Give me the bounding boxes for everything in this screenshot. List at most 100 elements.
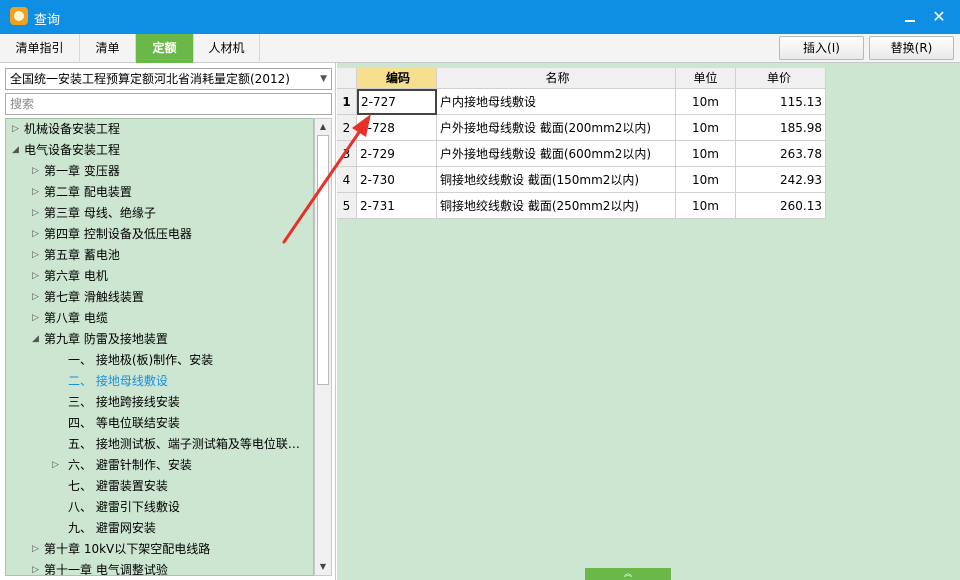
table-cell-num[interactable]: 5 bbox=[337, 193, 357, 219]
table-cell-num[interactable]: 3 bbox=[337, 141, 357, 167]
table-cell-name[interactable]: 户外接地母线敷设 截面(200mm2以内) bbox=[437, 115, 676, 141]
column-header[interactable]: 单价 bbox=[736, 68, 826, 89]
tab-labor-material-machine[interactable]: 人材机 bbox=[194, 34, 260, 63]
window-titlebar: 查询 ✕ bbox=[0, 0, 960, 34]
expand-handle-icon[interactable]: ︽ bbox=[585, 568, 671, 580]
tree-node[interactable]: ▷ 第六章 电机 bbox=[6, 266, 313, 287]
table-cell-unit[interactable]: 10m bbox=[676, 115, 736, 141]
table-cell-num[interactable]: 1 bbox=[337, 89, 357, 115]
tree-node[interactable]: ▷ 第三章 母线、绝缘子 bbox=[6, 203, 313, 224]
tab-quota[interactable]: 定额 bbox=[136, 34, 194, 63]
tree-node-label: 六、 避雷针制作、安装 bbox=[68, 458, 192, 472]
tree-scrollbar[interactable]: ▲ ▼ bbox=[314, 118, 332, 576]
tree-node[interactable]: 七、 避雷装置安装 bbox=[6, 476, 313, 497]
minimize-button[interactable] bbox=[900, 7, 920, 27]
tree-node[interactable]: 三、 接地跨接线安装 bbox=[6, 392, 313, 413]
scroll-thumb[interactable] bbox=[317, 135, 329, 385]
tree-node-label: 第二章 配电装置 bbox=[44, 185, 132, 199]
column-header[interactable]: 名称 bbox=[437, 68, 676, 89]
tree-node-label: 三、 接地跨接线安装 bbox=[68, 395, 180, 409]
column-header[interactable] bbox=[337, 68, 357, 89]
minimize-icon bbox=[905, 20, 915, 22]
tab-bill-guide[interactable]: 清单指引 bbox=[0, 34, 80, 63]
tree-node[interactable]: 八、 避雷引下线敷设 bbox=[6, 497, 313, 518]
tree-node-label: 第六章 电机 bbox=[44, 269, 108, 283]
table-cell-unit[interactable]: 10m bbox=[676, 141, 736, 167]
table-row[interactable]: 3 2-729 户外接地母线敷设 截面(600mm2以内) 10m 263.78 bbox=[337, 141, 826, 167]
table-cell-price[interactable]: 115.13 bbox=[736, 89, 826, 115]
table-cell-price[interactable]: 242.93 bbox=[736, 167, 826, 193]
tree-node[interactable]: ▷ 第一章 变压器 bbox=[6, 161, 313, 182]
tree-node[interactable]: ▷ 第五章 蓄电池 bbox=[6, 245, 313, 266]
table-cell-code[interactable]: 2-731 bbox=[357, 193, 437, 219]
table-row[interactable]: 1 2-727 户内接地母线敷设 10m 115.13 bbox=[337, 89, 826, 115]
search-input[interactable] bbox=[5, 93, 332, 115]
table-cell-code[interactable]: 2-727 bbox=[357, 89, 437, 115]
expand-arrow-icon[interactable]: ▷ bbox=[32, 287, 42, 308]
table-row[interactable]: 2 2-728 户外接地母线敷设 截面(200mm2以内) 10m 185.98 bbox=[337, 115, 826, 141]
column-header[interactable]: 编码 bbox=[357, 68, 437, 89]
tree-node-label: 九、 避雷网安装 bbox=[68, 521, 156, 535]
tree-node[interactable]: ▷ 六、 避雷针制作、安装 bbox=[6, 455, 313, 476]
table-cell-num[interactable]: 4 bbox=[337, 167, 357, 193]
tree-node[interactable]: ▷ 机械设备安装工程 bbox=[6, 119, 313, 140]
table-cell-unit[interactable]: 10m bbox=[676, 193, 736, 219]
table-cell-code[interactable]: 2-729 bbox=[357, 141, 437, 167]
tree-node[interactable]: ▷ 第七章 滑触线装置 bbox=[6, 287, 313, 308]
tree-node-label: 五、 接地测试板、端子测试箱及等电位联… bbox=[68, 437, 300, 451]
expand-arrow-icon[interactable]: ▷ bbox=[32, 539, 42, 560]
scroll-down-icon[interactable]: ▼ bbox=[317, 561, 329, 573]
tab-bill[interactable]: 清单 bbox=[80, 34, 136, 63]
table-cell-price[interactable]: 263.78 bbox=[736, 141, 826, 167]
tree-node[interactable]: ▷ 第四章 控制设备及低压电器 bbox=[6, 224, 313, 245]
table-row[interactable]: 5 2-731 铜接地绞线敷设 截面(250mm2以内) 10m 260.13 bbox=[337, 193, 826, 219]
table-cell-num[interactable]: 2 bbox=[337, 115, 357, 141]
expand-arrow-icon[interactable]: ▷ bbox=[32, 266, 42, 287]
table-row[interactable]: 4 2-730 铜接地绞线敷设 截面(150mm2以内) 10m 242.93 bbox=[337, 167, 826, 193]
quota-library-select-value: 全国统一安装工程预算定额河北省消耗量定额(2012) bbox=[10, 72, 290, 86]
tree-node[interactable]: 一、 接地极(板)制作、安装 bbox=[6, 350, 313, 371]
left-panel: 全国统一安装工程预算定额河北省消耗量定额(2012) ▼ ▷机械设备安装工程◢电… bbox=[0, 63, 336, 580]
table-cell-unit[interactable]: 10m bbox=[676, 89, 736, 115]
tree-node[interactable]: 四、 等电位联结安装 bbox=[6, 413, 313, 434]
table-cell-name[interactable]: 户内接地母线敷设 bbox=[437, 89, 676, 115]
column-header[interactable]: 单位 bbox=[676, 68, 736, 89]
tree-node[interactable]: 九、 避雷网安装 bbox=[6, 518, 313, 539]
insert-button[interactable]: 插入(I) bbox=[779, 36, 864, 60]
tree-node-label: 第九章 防雷及接地装置 bbox=[44, 332, 168, 346]
table-cell-name[interactable]: 户外接地母线敷设 截面(600mm2以内) bbox=[437, 141, 676, 167]
tree-node-label: 第一章 变压器 bbox=[44, 164, 120, 178]
expand-arrow-icon[interactable]: ▷ bbox=[32, 203, 42, 224]
tree-node-label: 第五章 蓄电池 bbox=[44, 248, 120, 262]
table-cell-unit[interactable]: 10m bbox=[676, 167, 736, 193]
expand-arrow-icon[interactable]: ▷ bbox=[32, 182, 42, 203]
tree-node[interactable]: ▷ 第八章 电缆 bbox=[6, 308, 313, 329]
tree-node[interactable]: ▷ 第二章 配电装置 bbox=[6, 182, 313, 203]
table-cell-price[interactable]: 260.13 bbox=[736, 193, 826, 219]
replace-button[interactable]: 替换(R) bbox=[869, 36, 954, 60]
table-cell-name[interactable]: 铜接地绞线敷设 截面(250mm2以内) bbox=[437, 193, 676, 219]
expand-arrow-icon[interactable]: ▷ bbox=[12, 119, 22, 140]
expand-arrow-icon[interactable]: ▷ bbox=[32, 245, 42, 266]
tree-node[interactable]: ◢ 第九章 防雷及接地装置 bbox=[6, 329, 313, 350]
quota-library-select[interactable]: 全国统一安装工程预算定额河北省消耗量定额(2012) ▼ bbox=[5, 68, 332, 90]
expand-arrow-icon[interactable]: ▷ bbox=[32, 224, 42, 245]
close-button[interactable]: ✕ bbox=[929, 7, 949, 27]
table-cell-name[interactable]: 铜接地绞线敷设 截面(150mm2以内) bbox=[437, 167, 676, 193]
tree-node[interactable]: 二、 接地母线敷设 bbox=[6, 371, 313, 392]
tree-node[interactable]: ▷ 第十章 10kV以下架空配电线路 bbox=[6, 539, 313, 560]
table-cell-code[interactable]: 2-730 bbox=[357, 167, 437, 193]
expand-arrow-icon[interactable]: ▷ bbox=[32, 308, 42, 329]
expand-arrow-icon[interactable]: ▷ bbox=[32, 560, 42, 575]
chevron-down-icon[interactable]: ▼ bbox=[320, 69, 327, 89]
expand-arrow-icon[interactable]: ▷ bbox=[52, 455, 62, 476]
collapse-arrow-icon[interactable]: ◢ bbox=[12, 140, 22, 161]
scroll-up-icon[interactable]: ▲ bbox=[317, 121, 329, 133]
table-cell-price[interactable]: 185.98 bbox=[736, 115, 826, 141]
tree-node[interactable]: 五、 接地测试板、端子测试箱及等电位联… bbox=[6, 434, 313, 455]
tree-node[interactable]: ▷ 第十一章 电气调整试验 bbox=[6, 560, 313, 575]
collapse-arrow-icon[interactable]: ◢ bbox=[32, 329, 42, 350]
table-cell-code[interactable]: 2-728 bbox=[357, 115, 437, 141]
expand-arrow-icon[interactable]: ▷ bbox=[32, 161, 42, 182]
tree-node[interactable]: ◢ 电气设备安装工程 bbox=[6, 140, 313, 161]
